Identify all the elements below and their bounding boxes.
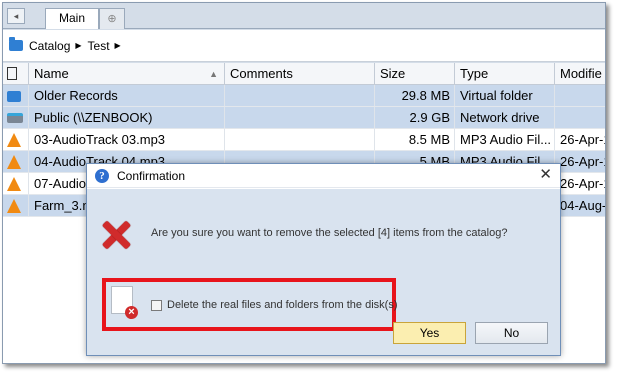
breadcrumb-separator-icon[interactable]: ▶ bbox=[115, 41, 121, 50]
icon-column-header[interactable] bbox=[3, 63, 29, 84]
column-header-size[interactable]: Size bbox=[375, 63, 455, 84]
breadcrumb-item-test[interactable]: Test bbox=[88, 39, 110, 53]
row-modified: 04-Aug-1 bbox=[555, 195, 605, 216]
table-row[interactable]: Public (\\ZENBOOK) 2.9 GB Network drive bbox=[3, 107, 605, 129]
catalog-window: ◂ Main ⊕ Catalog ▶ Test ▶ Name ▲ Comments… bbox=[2, 2, 606, 364]
vlc-icon bbox=[7, 155, 21, 169]
vlc-icon bbox=[7, 177, 21, 191]
row-modified: 26-Apr-1 bbox=[555, 151, 605, 172]
dialog-message: Are you sure you want to remove the sele… bbox=[151, 227, 508, 239]
breadcrumb: Catalog ▶ Test ▶ bbox=[3, 30, 605, 62]
dialog-title-bar[interactable]: ? Confirmation ✕ bbox=[87, 164, 560, 188]
column-header-type[interactable]: Type bbox=[455, 63, 555, 84]
delete-file-icon bbox=[111, 286, 138, 319]
column-header-name[interactable]: Name ▲ bbox=[29, 63, 225, 84]
tab-strip: ◂ Main ⊕ bbox=[3, 3, 605, 29]
row-size: 8.5 MB bbox=[375, 129, 455, 150]
row-type: Network drive bbox=[455, 107, 555, 128]
new-tab-icon: ⊕ bbox=[107, 13, 117, 25]
catalog-folder-icon bbox=[9, 37, 23, 51]
breadcrumb-separator-icon[interactable]: ▶ bbox=[75, 41, 81, 50]
vlc-icon bbox=[7, 133, 21, 147]
yes-button[interactable]: Yes bbox=[393, 322, 466, 344]
column-header-modified[interactable]: Modifie bbox=[555, 63, 605, 84]
tab-scroll-left-button[interactable]: ◂ bbox=[7, 8, 25, 24]
delete-files-option[interactable]: Delete the real files and folders from t… bbox=[151, 299, 398, 311]
row-size: 2.9 GB bbox=[375, 107, 455, 128]
row-name: Older Records bbox=[29, 85, 225, 106]
info-icon: ? bbox=[95, 168, 109, 183]
network-drive-icon bbox=[7, 113, 23, 123]
document-icon bbox=[7, 67, 17, 80]
close-icon[interactable]: ✕ bbox=[539, 167, 552, 183]
row-comments bbox=[225, 85, 375, 106]
dialog-title: Confirmation bbox=[117, 168, 186, 183]
row-size: 29.8 MB bbox=[375, 85, 455, 106]
row-type: MP3 Audio Fil... bbox=[455, 129, 555, 150]
table-row[interactable]: 03-AudioTrack 03.mp3 8.5 MB MP3 Audio Fi… bbox=[3, 129, 605, 151]
tab-main[interactable]: Main bbox=[45, 8, 99, 29]
confirmation-dialog: ? Confirmation ✕ Are you sure you want t… bbox=[86, 163, 561, 356]
grid-header: Name ▲ Comments Size Type Modifie bbox=[3, 63, 605, 85]
error-x-icon bbox=[101, 220, 131, 250]
row-modified bbox=[555, 107, 605, 128]
dialog-body: Are you sure you want to remove the sele… bbox=[87, 189, 560, 355]
delete-files-checkbox[interactable] bbox=[151, 299, 162, 311]
new-tab-button[interactable]: ⊕ bbox=[99, 8, 125, 29]
sort-ascending-icon: ▲ bbox=[209, 69, 218, 79]
no-button[interactable]: No bbox=[475, 322, 548, 344]
row-type: Virtual folder bbox=[455, 85, 555, 106]
row-name: 03-AudioTrack 03.mp3 bbox=[29, 129, 225, 150]
vlc-icon bbox=[7, 199, 21, 213]
row-modified: 26-Apr-1 bbox=[555, 173, 605, 194]
row-name: Public (\\ZENBOOK) bbox=[29, 107, 225, 128]
row-comments bbox=[225, 129, 375, 150]
row-modified: 26-Apr-1 bbox=[555, 129, 605, 150]
row-modified bbox=[555, 85, 605, 106]
folder-icon bbox=[7, 91, 21, 102]
row-comments bbox=[225, 107, 375, 128]
delete-files-label[interactable]: Delete the real files and folders from t… bbox=[167, 299, 398, 311]
table-row[interactable]: Older Records 29.8 MB Virtual folder bbox=[3, 85, 605, 107]
column-header-comments[interactable]: Comments bbox=[225, 63, 375, 84]
breadcrumb-item-catalog[interactable]: Catalog bbox=[29, 39, 70, 53]
